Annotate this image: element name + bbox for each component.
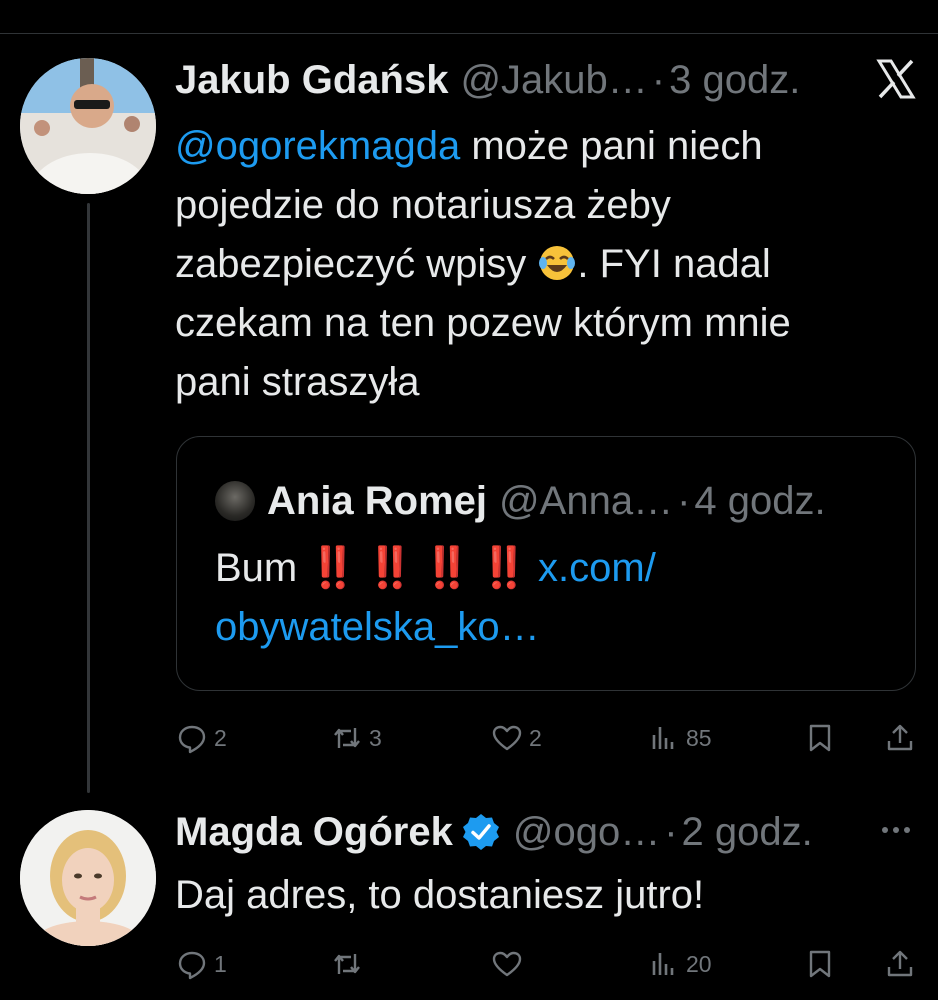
reply-button[interactable]: 2: [176, 718, 227, 758]
tweet-actions: 2 3 2 85: [176, 718, 916, 758]
quote-separator-dot: ·: [677, 479, 691, 523]
reply-count: 2: [214, 724, 227, 751]
verified-badge-icon: [462, 814, 499, 850]
timestamp[interactable]: 2 godz.: [682, 808, 813, 856]
double-exclamation-icons: ‼️ ‼️ ‼️ ‼️: [308, 546, 529, 590]
reply-count: 1: [214, 950, 227, 977]
bookmark-button[interactable]: [804, 944, 836, 984]
share-button[interactable]: [884, 718, 916, 758]
tweet-header: Magda Ogórek @ogo… · 2 godz.: [175, 808, 813, 856]
bookmark-button[interactable]: [804, 718, 836, 758]
views-button[interactable]: 85: [648, 718, 712, 758]
tweet-text: Daj adres, to dostaniesz jutro!: [175, 873, 705, 917]
avatar-jakub[interactable]: [20, 58, 156, 194]
thread-connector-line: [87, 203, 90, 793]
reply-button[interactable]: 1: [176, 944, 227, 984]
like-button[interactable]: [491, 944, 523, 984]
like-count: 2: [529, 724, 542, 751]
share-button[interactable]: [884, 944, 916, 984]
retweet-button[interactable]: 3: [331, 718, 382, 758]
views-button[interactable]: 20: [648, 944, 712, 984]
quote-header: Ania Romej @Anna… · 4 godz.: [215, 477, 826, 525]
retweet-button[interactable]: [331, 944, 363, 984]
author-name[interactable]: Magda Ogórek: [175, 808, 453, 856]
tweet-header: Jakub Gdańsk @Jakub… · 3 godz.: [175, 56, 800, 104]
author-handle[interactable]: @ogo…: [513, 808, 660, 856]
retweet-icon: [334, 954, 360, 974]
retweet-count: 3: [369, 724, 382, 751]
retweet-icon: [334, 728, 360, 748]
share-icon: [887, 724, 913, 751]
separator-dot: ·: [651, 58, 666, 102]
quoted-tweet-card[interactable]: Ania Romej @Anna… · 4 godz. Bum ‼️ ‼️ ‼️…: [176, 436, 916, 691]
like-button[interactable]: 2: [491, 718, 542, 758]
reply-icon: [178, 951, 206, 980]
avatar-magda[interactable]: [20, 810, 156, 946]
share-icon: [887, 950, 913, 977]
timestamp[interactable]: 3 godz.: [669, 56, 800, 104]
bookmark-icon: [809, 950, 831, 978]
quote-text-main: Bum: [215, 546, 309, 590]
more-horizontal-icon[interactable]: [876, 810, 916, 850]
views-icon: [652, 953, 674, 975]
author-handle[interactable]: @Jakub…: [460, 56, 647, 104]
face-with-tears-of-joy-icon: [539, 246, 576, 280]
x-logo-icon[interactable]: [876, 58, 916, 100]
views-count: 20: [686, 950, 712, 977]
quote-timestamp: 4 godz.: [694, 479, 826, 523]
quote-author-handle: @Anna…: [499, 479, 674, 523]
mention-link[interactable]: @ogorekmagda: [175, 124, 460, 168]
tweet-text: @ogorekmagda może pani niech pojedzie do…: [175, 117, 875, 412]
views-icon: [652, 727, 674, 749]
tweet-actions: 1 20: [176, 944, 916, 984]
separator-dot: ·: [664, 810, 678, 854]
heart-icon: [492, 725, 522, 751]
reply-icon: [178, 725, 206, 754]
quote-avatar: [215, 481, 255, 521]
quote-author-name: Ania Romej: [267, 479, 488, 523]
views-count: 85: [686, 724, 712, 751]
top-divider: [0, 33, 938, 34]
heart-icon: [492, 951, 522, 977]
quote-text: Bum ‼️ ‼️ ‼️ ‼️ x.com/ obywatelska_ko…: [215, 539, 895, 657]
bookmark-icon: [809, 724, 831, 752]
author-name[interactable]: Jakub Gdańsk: [175, 56, 448, 104]
